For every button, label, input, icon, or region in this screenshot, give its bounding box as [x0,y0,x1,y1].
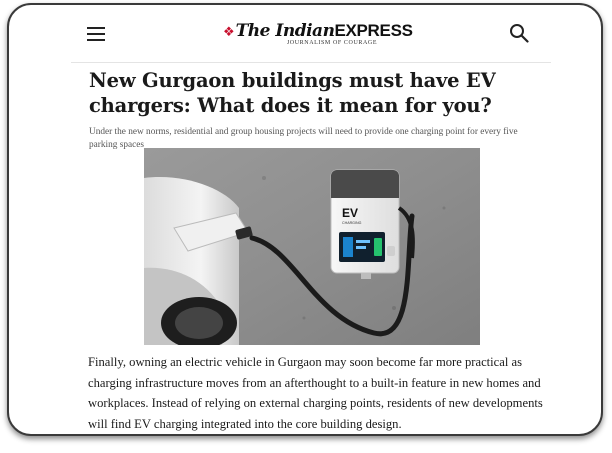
charger-sublabel: CHARGING [342,221,362,225]
article-body-paragraph: Finally, owning an electric vehicle in G… [88,355,543,431]
hamburger-menu-icon[interactable] [87,27,105,41]
site-logo[interactable]: ❖The IndianEXPRESS JOURNALISM OF COURAGE [223,21,413,53]
header-divider [71,62,551,63]
article-headline: New Gurgaon buildings must have EV charg… [89,69,496,117]
flame-icon: ❖ [223,24,235,39]
browser-frame: ❖The IndianEXPRESS JOURNALISM OF COURAGE… [7,3,603,436]
charger-ev-label: EV [342,206,358,220]
site-header: ❖The IndianEXPRESS JOURNALISM OF COURAGE [9,5,601,63]
article-hero-image: EV CHARGING [144,148,480,345]
search-icon[interactable] [509,23,529,43]
ev-charger-illustration: EV CHARGING [144,148,480,345]
logo-wordmark: ❖The IndianEXPRESS [223,21,413,42]
logo-text-express: EXPRESS [334,21,413,40]
logo-text-the-indian: The Indian [235,21,335,41]
